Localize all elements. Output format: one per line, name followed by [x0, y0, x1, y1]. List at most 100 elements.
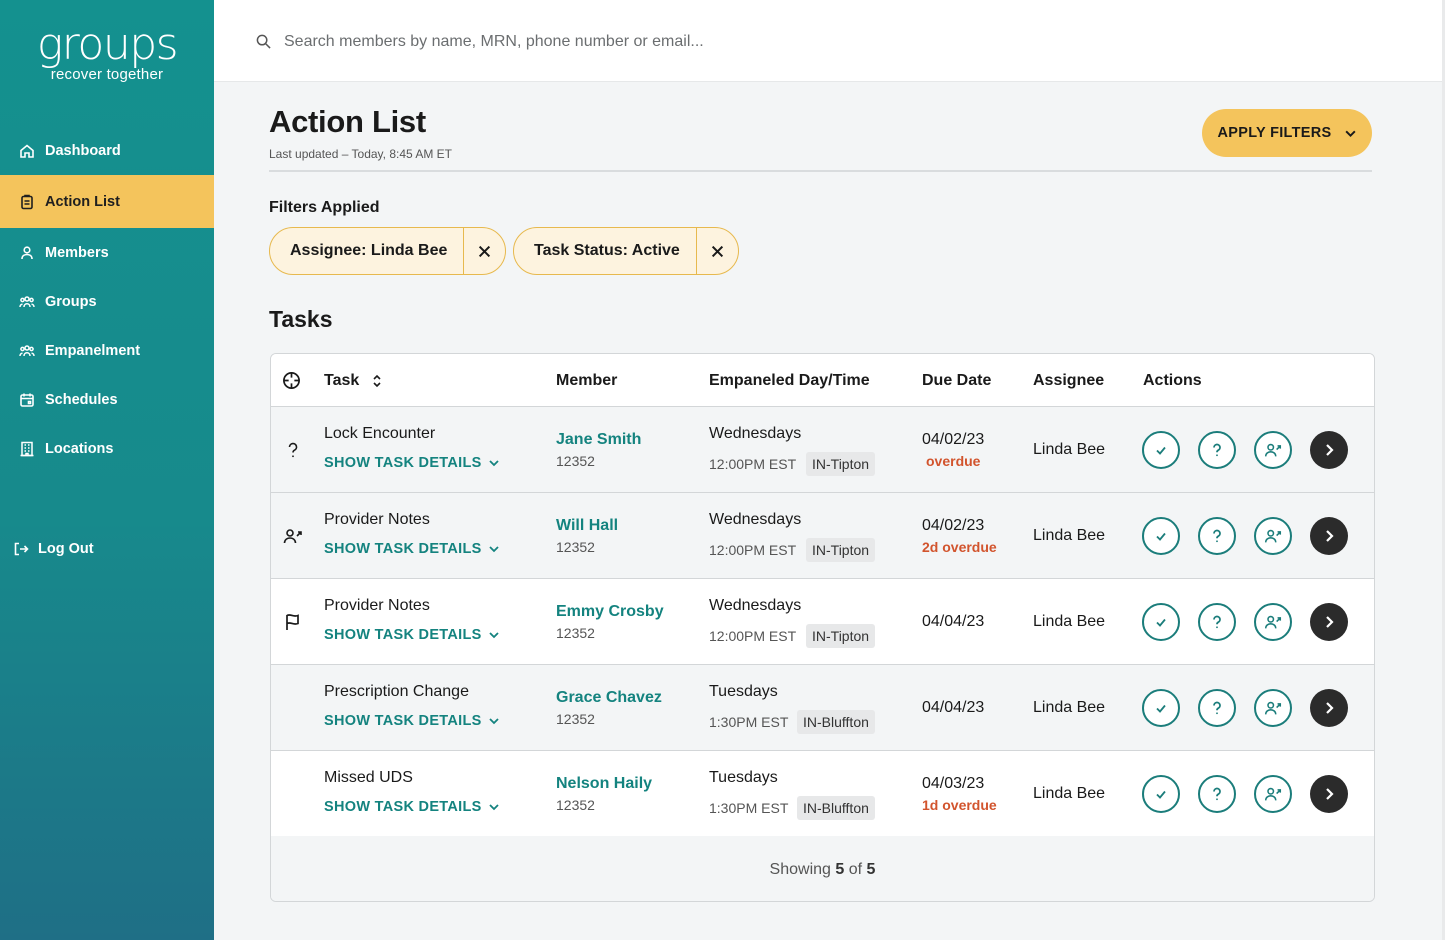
sort-icon [373, 374, 381, 387]
show-task-details-button[interactable]: SHOW TASK DETAILS [324, 627, 500, 643]
column-header-member: Member [556, 372, 618, 389]
reassign-button[interactable] [1254, 517, 1292, 555]
location-badge: IN-Tipton [806, 538, 876, 562]
search-header [214, 0, 1442, 82]
show-task-details-button[interactable]: SHOW TASK DETAILS [324, 541, 500, 557]
logout-icon [12, 540, 30, 558]
check-icon [1156, 618, 1166, 627]
location-badge: IN-Bluffton [797, 796, 875, 820]
open-task-button[interactable] [1310, 431, 1348, 469]
task-name: Provider Notes [324, 597, 430, 614]
header-divider [269, 170, 1372, 172]
show-task-details-label: SHOW TASK DETAILS [324, 627, 482, 643]
sidebar: groups recover together Dashboard Action… [0, 0, 214, 940]
sidebar-item-label: Action List [45, 193, 120, 210]
column-header-actions: Actions [1143, 372, 1202, 389]
complete-task-button[interactable] [1142, 431, 1180, 469]
sidebar-item-empanelment[interactable]: Empanelment [0, 326, 214, 375]
member-name-link[interactable]: Jane Smith [556, 431, 641, 449]
complete-task-button[interactable] [1142, 517, 1180, 555]
sidebar-nav: Dashboard Action List Members Groups Emp… [0, 126, 214, 473]
sidebar-item-label: Groups [45, 293, 97, 310]
question-icon [1213, 701, 1221, 715]
overdue-label: 1d overdue [922, 797, 997, 813]
apply-filters-button[interactable]: APPLY FILTERS [1202, 109, 1372, 157]
apply-filters-label: APPLY FILTERS [1217, 125, 1332, 141]
sidebar-item-members[interactable]: Members [0, 228, 214, 277]
complete-task-button[interactable] [1142, 775, 1180, 813]
open-task-button[interactable] [1310, 775, 1348, 813]
member-id: 12352 [556, 711, 595, 727]
reassign-button[interactable] [1254, 431, 1292, 469]
reassign-button[interactable] [1254, 689, 1292, 727]
table-footer: Showing 5 of 5 [271, 836, 1374, 901]
column-header-empaneled: Empaneled Day/Time [709, 372, 870, 389]
complete-task-button[interactable] [1142, 603, 1180, 641]
member-id: 12352 [556, 453, 595, 469]
column-header-task[interactable]: Task [324, 372, 382, 390]
empaneled-day: Tuesdays [709, 769, 778, 786]
member-name-link[interactable]: Emmy Crosby [556, 603, 664, 621]
assignee-name: Linda Bee [1033, 441, 1106, 458]
reassign-button[interactable] [1254, 775, 1292, 813]
help-button[interactable] [1198, 431, 1236, 469]
logo: groups recover together [0, 22, 214, 84]
sidebar-item-schedules[interactable]: Schedules [0, 375, 214, 424]
member-name-link[interactable]: Grace Chavez [556, 689, 662, 707]
sidebar-item-action-list[interactable]: Action List [0, 175, 214, 228]
people-group-icon [18, 342, 36, 360]
open-task-button[interactable] [1310, 603, 1348, 641]
complete-task-button[interactable] [1142, 689, 1180, 727]
person-arrow-icon [282, 525, 304, 547]
due-date: 04/04/23 [922, 613, 985, 630]
chevron-right-icon [1326, 616, 1334, 628]
building-icon [18, 440, 36, 458]
chevron-down-icon [488, 804, 499, 811]
due-date: 04/02/23 [922, 517, 985, 534]
sidebar-item-locations[interactable]: Locations [0, 424, 214, 473]
last-updated-text: Last updated – Today, 8:45 AM ET [269, 147, 453, 161]
filter-chip-label: Task Status: Active [534, 242, 680, 259]
empaneled-time: 12:00PM EST [709, 628, 797, 644]
remove-filter-button[interactable] [463, 228, 505, 274]
show-task-details-button[interactable]: SHOW TASK DETAILS [324, 799, 500, 815]
member-name-link[interactable]: Will Hall [556, 517, 618, 535]
reassign-button[interactable] [1254, 603, 1292, 641]
empaneled-time: 12:00PM EST [709, 456, 797, 472]
table-row: Provider Notes SHOW TASK DETAILS Emmy Cr… [271, 579, 1374, 665]
page-title: Action List [269, 104, 426, 139]
chevron-down-icon [1344, 130, 1356, 137]
show-task-details-button[interactable]: SHOW TASK DETAILS [324, 455, 500, 471]
member-id: 12352 [556, 539, 595, 555]
help-button[interactable] [1198, 775, 1236, 813]
open-task-button[interactable] [1310, 517, 1348, 555]
crosshair-icon [283, 372, 300, 389]
remove-filter-button[interactable] [695, 228, 738, 274]
question-icon [282, 439, 304, 461]
showing-of: of [848, 861, 863, 878]
sidebar-item-label: Schedules [45, 391, 118, 408]
filters-applied-label: Filters Applied [269, 199, 380, 216]
show-task-details-label: SHOW TASK DETAILS [324, 713, 482, 729]
chevron-right-icon [1326, 530, 1334, 542]
logout-button[interactable]: Log Out [12, 540, 94, 558]
sidebar-item-dashboard[interactable]: Dashboard [0, 126, 214, 175]
calendar-icon [18, 391, 36, 409]
help-button[interactable] [1198, 517, 1236, 555]
check-icon [1156, 532, 1166, 541]
help-button[interactable] [1198, 689, 1236, 727]
chevron-down-icon [488, 632, 499, 639]
sidebar-item-groups[interactable]: Groups [0, 277, 214, 326]
help-button[interactable] [1198, 603, 1236, 641]
tasks-title: Tasks [269, 306, 333, 332]
sidebar-item-label: Dashboard [45, 142, 121, 159]
check-icon [1156, 704, 1166, 713]
show-task-details-label: SHOW TASK DETAILS [324, 541, 482, 557]
member-name-link[interactable]: Nelson Haily [556, 775, 652, 793]
home-icon [18, 142, 36, 160]
table-header: Task Member Empaneled Day/Time Due Date … [271, 354, 1374, 407]
empaneled-day: Wednesdays [709, 597, 802, 614]
show-task-details-button[interactable]: SHOW TASK DETAILS [324, 713, 500, 729]
open-task-button[interactable] [1310, 689, 1348, 727]
search-input[interactable] [284, 28, 984, 56]
